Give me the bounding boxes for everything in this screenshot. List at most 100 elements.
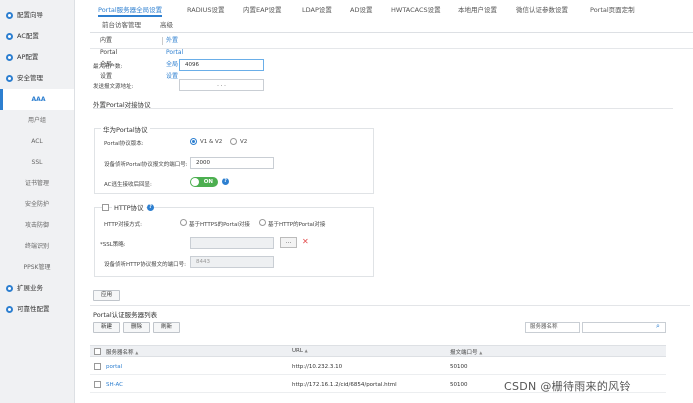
server-name-link[interactable]: portal xyxy=(106,364,122,370)
tab-hwtacacs[interactable]: HWTACACS设置 xyxy=(391,3,441,17)
http-protocol-checkbox[interactable] xyxy=(102,204,109,211)
row-checkbox[interactable] xyxy=(94,381,101,388)
http-port-input[interactable]: 8443 xyxy=(190,256,274,268)
tab-portal-global[interactable]: Portal服务器全局设置 xyxy=(98,3,163,17)
row-checkbox[interactable] xyxy=(94,363,101,370)
sidebar-subitem-ssl[interactable]: SSL xyxy=(0,152,74,173)
radio-http-label: 基于HTTP的Portal对接 xyxy=(268,222,326,228)
apply-button[interactable]: 应用 xyxy=(93,290,120,301)
radio-v2[interactable] xyxy=(230,138,237,145)
ssl-policy-label: *SSL策略: xyxy=(100,242,126,248)
http-port-label: 设备侦听HTTP协议报文的端口号: xyxy=(104,262,186,268)
clear-icon[interactable]: ✕ xyxy=(302,238,309,246)
select-all-checkbox[interactable] xyxy=(94,348,101,355)
tab-local-user[interactable]: 本地用户设置 xyxy=(458,3,497,17)
tab-wechat[interactable]: 微信认证参数设置 xyxy=(516,3,568,17)
sidebar-item-label: 扩展业务 xyxy=(17,284,43,292)
new-button[interactable]: 新建 xyxy=(93,322,120,333)
sidebar-subitem-label: 证书管理 xyxy=(24,180,49,187)
sidebar: 配置向导 AC配置 AP配置 安全管理 AAA 用户组 ACL SSL 证书管理… xyxy=(0,0,75,403)
sidebar-subitem-user-group[interactable]: 用户组 xyxy=(0,110,74,131)
table-row[interactable]: portal http://10.232.3.10 50100 xyxy=(90,358,666,375)
max-users-label: 最大用户数: xyxy=(93,64,123,70)
column-header-port[interactable]: 报文端口号 ▲ xyxy=(450,348,482,356)
sidebar-subitem-label: PPSK管理 xyxy=(23,264,51,271)
sidebar-subitem-ppsk[interactable]: PPSK管理 xyxy=(0,257,74,278)
sidebar-subitem-label: AAA xyxy=(31,96,46,103)
circle-icon xyxy=(6,12,13,19)
sidebar-subitem-protection[interactable]: 安全防护 xyxy=(0,194,74,215)
portal-version-label: Portal协议版本: xyxy=(104,141,144,147)
tab-radius[interactable]: RADIUS设置 xyxy=(187,3,225,17)
circle-icon xyxy=(6,33,13,40)
search-icon[interactable]: ⌕ xyxy=(656,322,660,331)
sort-icon: ▲ xyxy=(135,350,139,355)
sidebar-subitem-label: 终端识别 xyxy=(24,243,49,250)
tab-eap[interactable]: 内置EAP设置 xyxy=(243,3,281,17)
max-users-input[interactable]: 4096 xyxy=(179,59,264,71)
refresh-button[interactable]: 刷新 xyxy=(153,322,180,333)
tab-ad[interactable]: AD设置 xyxy=(350,3,372,17)
divider xyxy=(90,48,693,49)
sidebar-item-label: 可靠性配置 xyxy=(17,305,50,313)
sort-icon: ▲ xyxy=(304,348,308,353)
column-header-name[interactable]: 服务器名称 ▲ xyxy=(106,348,138,356)
subtab-external-portal[interactable]: 外置Portal全局设置 xyxy=(166,35,183,80)
server-list-title: Portal认证服务器列表 xyxy=(93,311,158,319)
table-header: 服务器名称 ▲ URL ▲ 报文端口号 ▲ xyxy=(90,345,666,357)
sidebar-item-reliability[interactable]: 可靠性配置 xyxy=(0,299,74,320)
sidebar-item-security[interactable]: 安全管理 xyxy=(0,68,74,89)
radio-v2-label: V2 xyxy=(240,139,248,145)
source-address-label: 发送报文源地址: xyxy=(93,84,134,90)
ssl-policy-input[interactable] xyxy=(190,237,274,249)
sidebar-subitem-attack-defense[interactable]: 攻击防御 xyxy=(0,215,74,236)
listen-port-label: 设备侦听Portal协议报文的端口号: xyxy=(104,162,188,168)
divider xyxy=(90,32,693,33)
filter-select[interactable]: 服务器名称 xyxy=(525,322,580,333)
sidebar-subitem-acl[interactable]: ACL xyxy=(0,131,74,152)
sidebar-item-config-wizard[interactable]: 配置向导 xyxy=(0,5,74,26)
radio-https-label: 基于HTTPS的Portal对接 xyxy=(189,222,250,228)
ac-escape-toggle[interactable]: ON xyxy=(190,177,218,187)
sidebar-item-label: 安全管理 xyxy=(17,74,43,82)
sidebar-item-ac-config[interactable]: AC配置 xyxy=(0,26,74,47)
tab-guest[interactable]: 前台访客管理 xyxy=(102,18,141,32)
sidebar-subitem-terminal-id[interactable]: 终端识别 xyxy=(0,236,74,257)
sidebar-subitem-label: 用户组 xyxy=(27,117,46,124)
divider xyxy=(162,37,163,45)
listen-port-input[interactable]: 2000 xyxy=(190,157,274,169)
server-url: http://10.232.3.10 xyxy=(292,364,343,370)
browse-button[interactable]: ... xyxy=(280,237,297,248)
column-label: 服务器名称 xyxy=(106,350,134,356)
source-address-input[interactable]: . . . xyxy=(179,79,264,91)
radio-http[interactable] xyxy=(259,219,266,226)
tab-portal-page[interactable]: Portal页面定制 xyxy=(590,3,635,17)
circle-icon xyxy=(6,306,13,313)
server-name-link[interactable]: SH-AC xyxy=(106,382,123,388)
circle-icon xyxy=(6,285,13,292)
sidebar-item-extension[interactable]: 扩展业务 xyxy=(0,278,74,299)
sidebar-subitem-certificate[interactable]: 证书管理 xyxy=(0,173,74,194)
toggle-state-label: ON xyxy=(203,179,213,185)
radio-v1v2[interactable] xyxy=(190,138,197,145)
tab-ldap[interactable]: LDAP设置 xyxy=(302,3,332,17)
radio-https[interactable] xyxy=(180,219,187,226)
sidebar-subitem-label: SSL xyxy=(31,159,43,166)
subtab-builtin-portal[interactable]: 内置Portal全局设置 xyxy=(100,35,117,80)
sidebar-item-label: AP配置 xyxy=(17,53,39,61)
server-port: 50100 xyxy=(450,382,468,388)
column-header-url[interactable]: URL ▲ xyxy=(292,348,308,354)
help-icon[interactable]: ? xyxy=(222,178,229,185)
search-input[interactable] xyxy=(582,322,666,333)
help-icon[interactable]: ? xyxy=(147,204,154,211)
delete-button[interactable]: 删除 xyxy=(123,322,150,333)
sidebar-subitem-aaa[interactable]: AAA xyxy=(0,89,74,110)
sidebar-item-label: AC配置 xyxy=(17,32,39,40)
main-content: Portal服务器全局设置 RADIUS设置 内置EAP设置 LDAP设置 AD… xyxy=(90,0,693,403)
sidebar-item-label: 配置向导 xyxy=(17,11,43,19)
sidebar-item-ap-config[interactable]: AP配置 xyxy=(0,47,74,68)
divider xyxy=(90,305,690,306)
tab-advanced[interactable]: 高级 xyxy=(160,18,173,32)
column-label: URL xyxy=(292,348,303,354)
sidebar-subitem-label: 安全防护 xyxy=(24,201,49,208)
